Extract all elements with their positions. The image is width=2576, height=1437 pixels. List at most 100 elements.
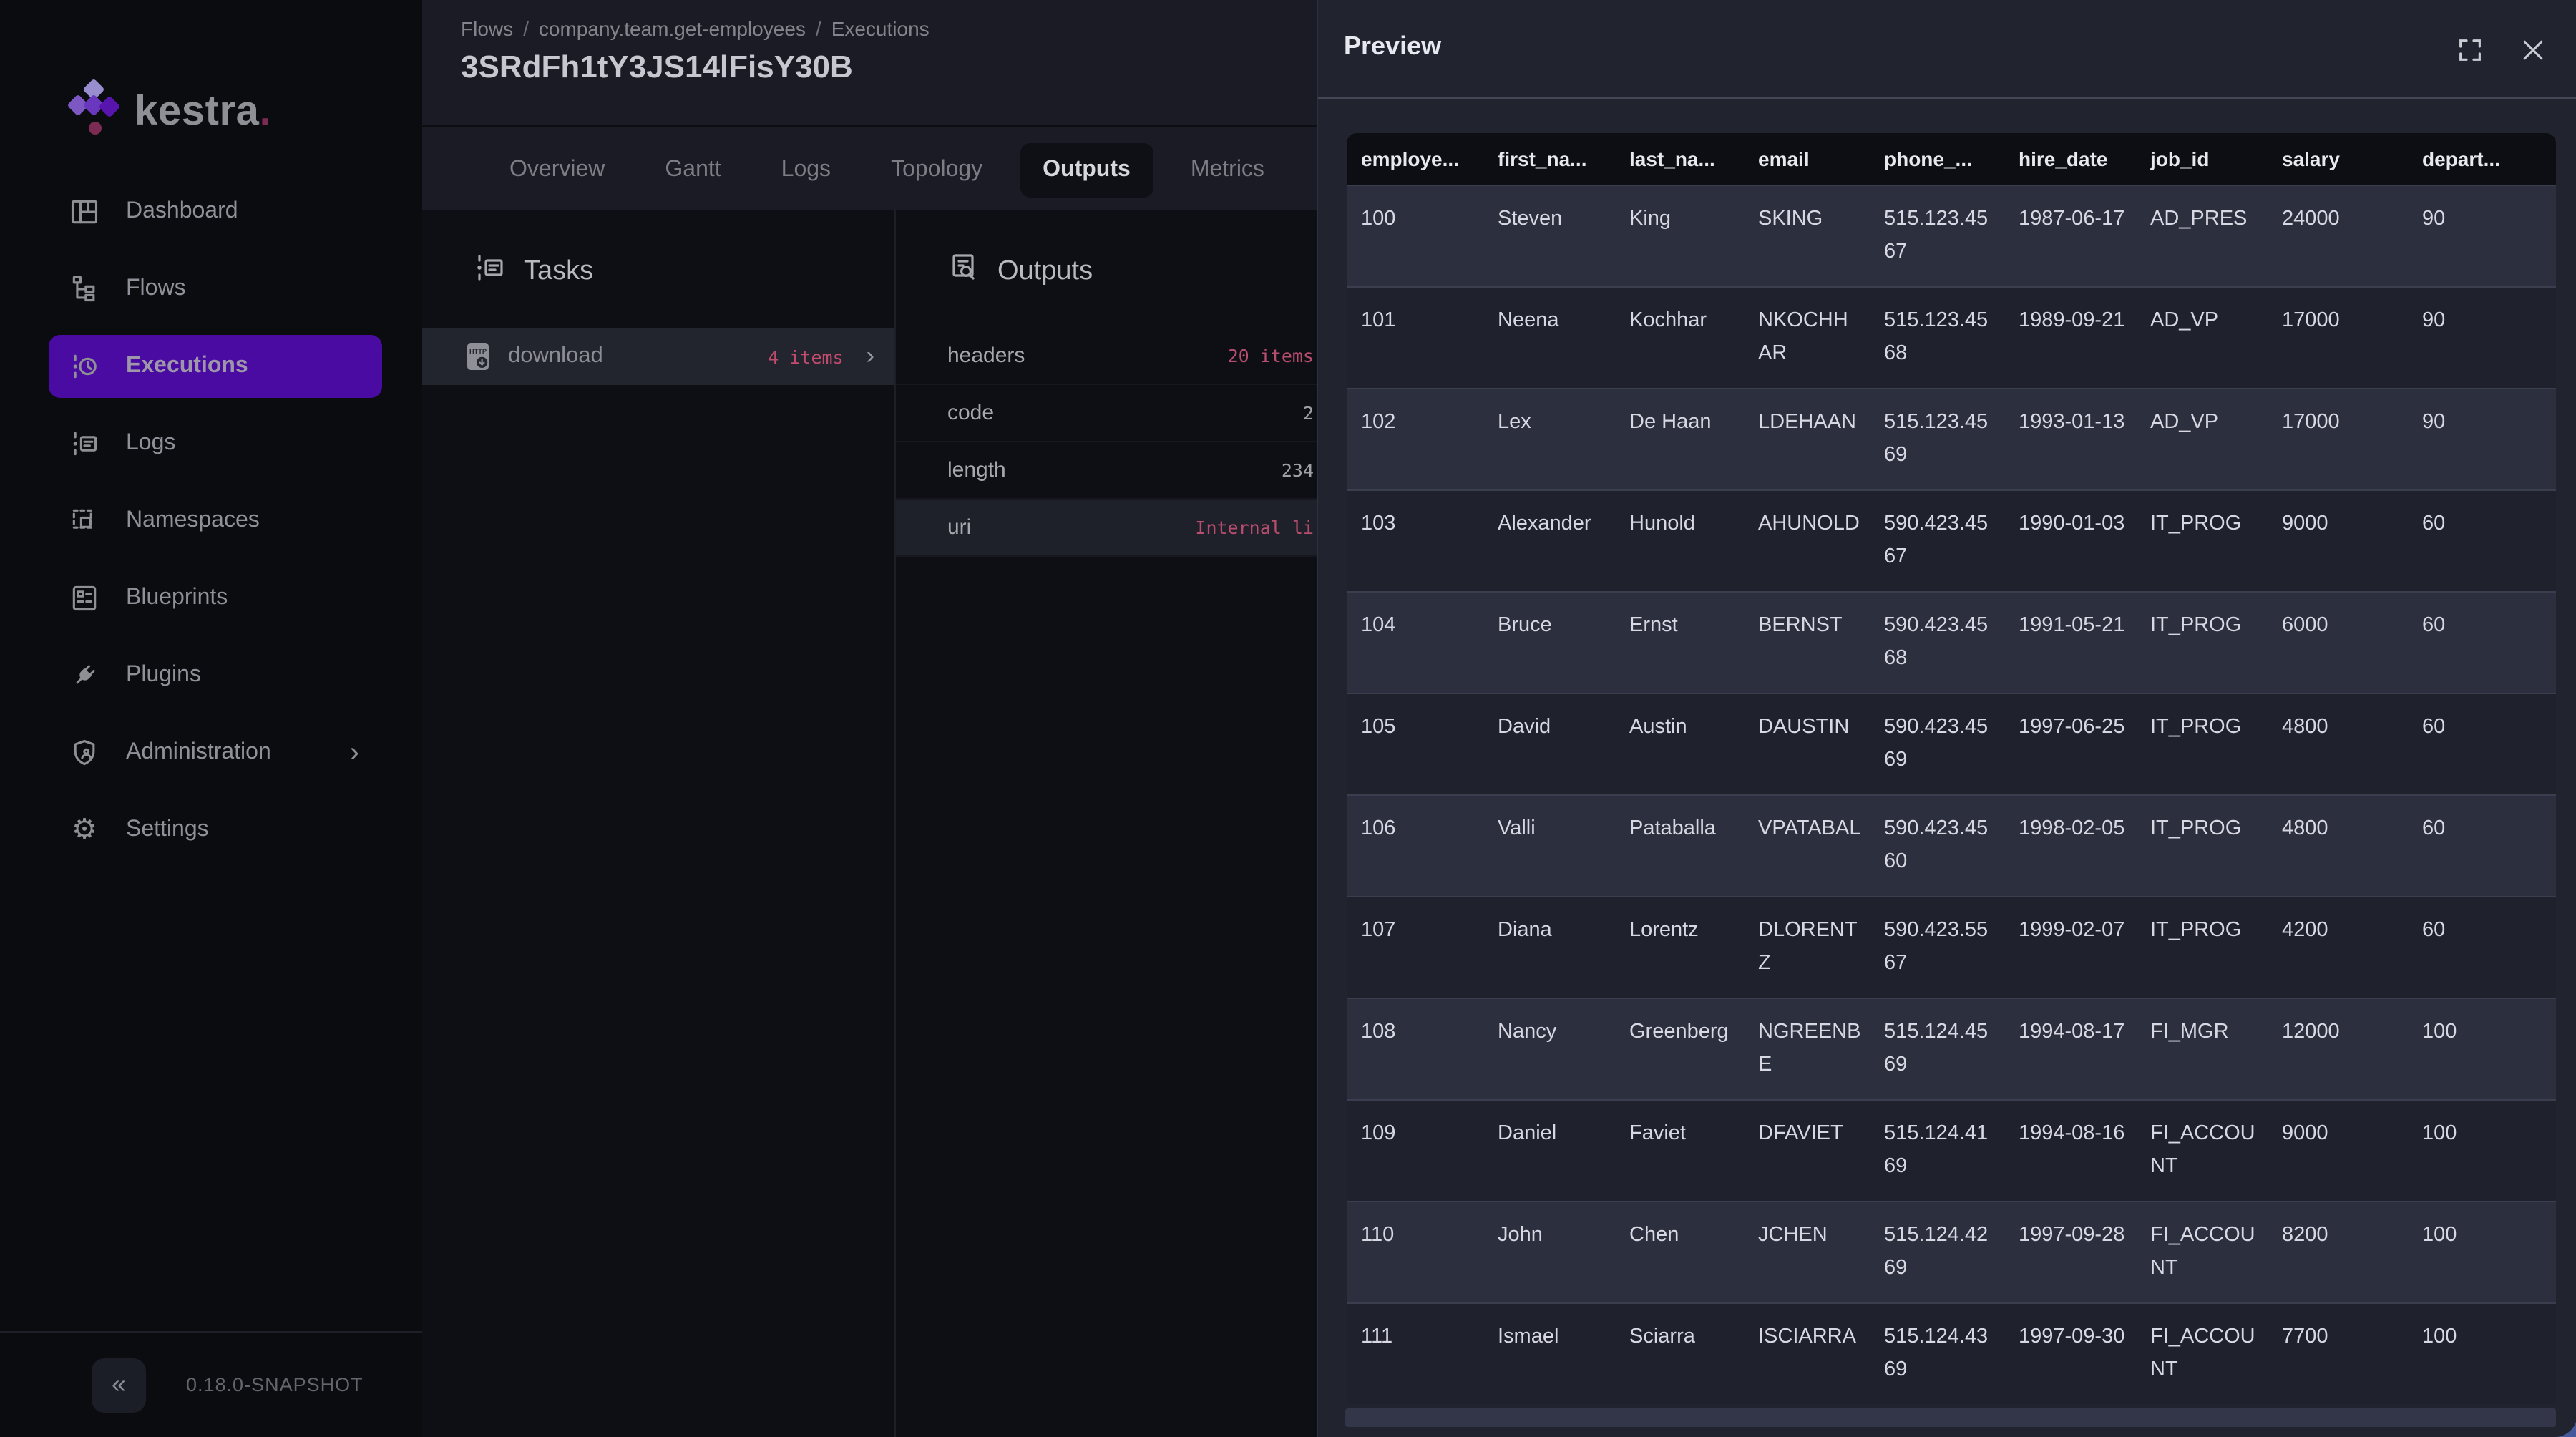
table-cell: 100 [2408, 1202, 2557, 1303]
sidebar: kestra. Dashboard Flows Executions Logs Name… [0, 0, 422, 1437]
column-header-hire-date[interactable]: hire_date [2004, 132, 2136, 185]
sidebar-collapse-button[interactable]: « [92, 1358, 146, 1412]
breadcrumb-flows[interactable]: Flows [461, 17, 513, 40]
table-row: 107DianaLorentzDLORENTZ590.423.55671999-… [1346, 897, 2557, 998]
table-cell: IT_PROG [2136, 693, 2268, 795]
column-header-first-na[interactable]: first_na... [1483, 132, 1615, 185]
tab-outputs[interactable]: Outputs [1020, 142, 1153, 197]
output-value: 20 items [1228, 345, 1314, 366]
table-cell: NGREENBE [1744, 998, 1870, 1100]
column-header-phone[interactable]: phone_... [1870, 132, 2004, 185]
executions-icon [69, 351, 100, 382]
table-cell: 8200 [2268, 1202, 2408, 1303]
table-cell: 515.123.4567 [1870, 185, 2004, 287]
output-row-uri[interactable]: uriInternal li [896, 500, 1317, 557]
tab-gantt[interactable]: Gantt [642, 142, 743, 197]
kestra-logo[interactable]: kestra. [69, 74, 271, 149]
table-cell: 9000 [2268, 490, 2408, 592]
output-row-length[interactable]: length234 [896, 442, 1317, 500]
table-cell: 60 [2408, 592, 2557, 693]
table-cell: Lorentz [1615, 897, 1744, 998]
chevron-right-icon: › [350, 736, 359, 769]
table-cell: Lex [1483, 389, 1615, 490]
table-row: 110JohnChenJCHEN515.124.42691997-09-28FI… [1346, 1202, 2557, 1303]
table-cell: 1994-08-17 [2004, 998, 2136, 1100]
sidebar-item-plugins[interactable]: Plugins [49, 644, 382, 707]
version-label: 0.18.0-SNAPSHOT [186, 1374, 364, 1395]
breadcrumb-executions[interactable]: Executions [831, 17, 930, 40]
fullscreen-icon[interactable] [2454, 34, 2486, 66]
outputs-doc-search-icon [946, 250, 980, 292]
kestra-app: kestra. Dashboard Flows Executions Logs Name… [0, 0, 2576, 1437]
sidebar-item-dashboard[interactable]: Dashboard [49, 180, 382, 243]
table-row: 109DanielFavietDFAVIET515.124.41691994-0… [1346, 1100, 2557, 1202]
sidebar-item-administration[interactable]: Administration › [49, 721, 382, 784]
sidebar-item-blueprints[interactable]: Blueprints [49, 567, 382, 630]
namespaces-icon [69, 505, 100, 537]
sidebar-item-flows[interactable]: Flows [49, 258, 382, 321]
table-cell: 515.123.4568 [1870, 287, 2004, 389]
horizontal-scrollbar[interactable] [1345, 1408, 2556, 1427]
column-header-job-id[interactable]: job_id [2136, 132, 2268, 185]
output-row-code[interactable]: code2 [896, 385, 1317, 442]
main-area: Flows/company.team.get-employees/Executi… [422, 0, 1317, 1437]
tab-bar: Overview Gantt Logs Topology Outputs Metrics A [422, 126, 1317, 212]
tab-overview[interactable]: Overview [487, 142, 628, 197]
table-cell: 515.123.4569 [1870, 389, 2004, 490]
tab-logs[interactable]: Logs [758, 142, 854, 197]
table-cell: 109 [1346, 1100, 1483, 1202]
plugins-icon [69, 660, 100, 691]
table-cell: 106 [1346, 795, 1483, 897]
logo-period: . [260, 88, 271, 135]
table-cell: FI_ACCOUNT [2136, 1100, 2268, 1202]
task-row-download[interactable]: HTTP download 4 items › [422, 328, 894, 385]
table-cell: 102 [1346, 389, 1483, 490]
sidebar-item-settings[interactable]: ⚙Settings [49, 799, 382, 862]
column-header-last-na[interactable]: last_na... [1615, 132, 1744, 185]
table-cell: 24000 [2268, 185, 2408, 287]
sidebar-item-namespaces[interactable]: Namespaces [49, 489, 382, 552]
sidebar-item-label: Logs [126, 431, 175, 457]
breadcrumb-company-team-get-employees[interactable]: company.team.get-employees [539, 17, 806, 40]
column-header-salary[interactable]: salary [2268, 132, 2408, 185]
table-row: 108NancyGreenbergNGREENBE515.124.4569199… [1346, 998, 2557, 1100]
outputs-panel-title: Outputs [997, 255, 1093, 287]
column-header-email[interactable]: email [1744, 132, 1870, 185]
logs-icon [69, 428, 100, 459]
table-cell: De Haan [1615, 389, 1744, 490]
table-cell: 9000 [2268, 1100, 2408, 1202]
table-cell: ISCIARRA [1744, 1303, 1870, 1405]
table-row: 106ValliPataballaVPATABAL590.423.4560199… [1346, 795, 2557, 897]
sidebar-item-label: Administration [126, 740, 271, 766]
task-name: download [508, 344, 603, 369]
table-cell: 1987-06-17 [2004, 185, 2136, 287]
close-icon[interactable] [2517, 34, 2549, 66]
table-cell: IT_PROG [2136, 897, 2268, 998]
column-header-employe[interactable]: employe... [1346, 132, 1483, 185]
table-cell: Nancy [1483, 998, 1615, 1100]
table-cell: AD_VP [2136, 287, 2268, 389]
table-cell: 590.423.4568 [1870, 592, 2004, 693]
breadcrumb-separator: / [523, 17, 529, 40]
sidebar-item-logs[interactable]: Logs [49, 412, 382, 475]
outputs-panel-header: Outputs [896, 210, 1317, 292]
table-cell: 1999-02-07 [2004, 897, 2136, 998]
table-cell: 17000 [2268, 287, 2408, 389]
tab-topology[interactable]: Topology [868, 142, 1005, 197]
output-row-headers[interactable]: headers20 items [896, 328, 1317, 385]
preview-title: Preview [1344, 31, 1441, 62]
table-cell: 515.124.4169 [1870, 1100, 2004, 1202]
table-cell: 100 [2408, 1100, 2557, 1202]
column-header-depart[interactable]: depart... [2408, 132, 2557, 185]
tab-metrics[interactable]: Metrics [1168, 142, 1287, 197]
sidebar-item-label: Dashboard [126, 199, 238, 225]
sidebar-item-executions[interactable]: Executions [49, 335, 382, 398]
table-cell: Greenberg [1615, 998, 1744, 1100]
table-cell: John [1483, 1202, 1615, 1303]
table-cell: 60 [2408, 897, 2557, 998]
table-cell: 100 [2408, 998, 2557, 1100]
table-cell: AD_VP [2136, 389, 2268, 490]
table-row: 103AlexanderHunoldAHUNOLD590.423.4567199… [1346, 490, 2557, 592]
tab-a[interactable]: A [1302, 142, 1317, 197]
table-cell: Ernst [1615, 592, 1744, 693]
